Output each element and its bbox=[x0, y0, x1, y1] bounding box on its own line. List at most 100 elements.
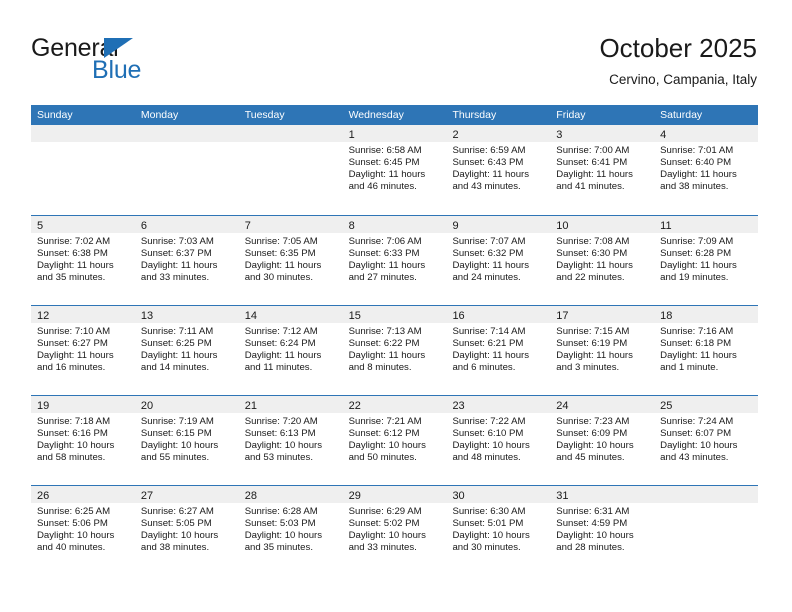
day-number-band bbox=[31, 125, 135, 142]
logo-text-blue: Blue bbox=[92, 56, 142, 84]
day-info-line: and 28 minutes. bbox=[556, 542, 625, 554]
page-header: General Blue October 2025 Cervino, Campa… bbox=[0, 0, 792, 103]
day-info: Sunrise: 6:28 AM Sunset: 5:03 PM Daylight:… bbox=[239, 503, 343, 554]
calendar-day-cell[interactable]: 5 Sunrise: 7:02 AM Sunset: 6:38 PM Daylight… bbox=[31, 216, 135, 305]
calendar-day-cell[interactable]: 26 Sunrise: 6:25 AM Sunset: 5:06 PM Dayligh… bbox=[31, 486, 135, 575]
day-info-line: Sunrise: 7:24 AM bbox=[660, 416, 734, 427]
calendar-day-cell[interactable]: 22 Sunrise: 7:21 AM Sunset: 6:12 PM Dayligh… bbox=[342, 396, 447, 485]
calendar-day-cell[interactable]: 6 Sunrise: 7:03 AM Sunset: 6:37 PM Daylight… bbox=[134, 216, 239, 305]
day-number-band bbox=[654, 486, 759, 503]
calendar-day-cell[interactable]: 19 Sunrise: 7:18 AM Sunset: 6:16 PM Dayligh… bbox=[31, 396, 135, 485]
day-info-line: Sunset: 5:02 PM bbox=[348, 518, 420, 530]
calendar-day-cell[interactable]: 15 Sunrise: 7:13 AM Sunset: 6:22 PM Dayligh… bbox=[342, 306, 447, 395]
day-info-line: Daylight: 10 hours bbox=[556, 440, 634, 452]
day-info-line: Sunset: 6:18 PM bbox=[660, 338, 732, 350]
day-info-line: Daylight: 10 hours bbox=[556, 530, 634, 542]
day-info-line: Daylight: 11 hours bbox=[244, 350, 322, 362]
calendar-day-cell[interactable]: 23 Sunrise: 7:22 AM Sunset: 6:10 PM Dayligh… bbox=[446, 396, 551, 485]
calendar-day-cell[interactable]: 3 Sunrise: 7:00 AM Sunset: 6:41 PM Daylight… bbox=[550, 125, 655, 215]
calendar-day-cell[interactable]: 21 Sunrise: 7:20 AM Sunset: 6:13 PM Dayligh… bbox=[238, 396, 343, 485]
day-info-line: Sunset: 6:12 PM bbox=[348, 428, 420, 440]
day-number-band: 24 bbox=[550, 396, 655, 413]
calendar-day-cell[interactable]: 16 Sunrise: 7:14 AM Sunset: 6:21 PM Dayligh… bbox=[446, 306, 551, 395]
day-info-line: Daylight: 10 hours bbox=[348, 440, 426, 452]
day-info bbox=[654, 503, 758, 506]
calendar-day-cell[interactable]: 29 Sunrise: 6:29 AM Sunset: 5:02 PM Dayligh… bbox=[342, 486, 447, 575]
calendar-day-cell[interactable]: 7 Sunrise: 7:05 AM Sunset: 6:35 PM Daylight… bbox=[238, 216, 343, 305]
calendar-day-cell[interactable]: 18 Sunrise: 7:16 AM Sunset: 6:18 PM Dayligh… bbox=[654, 306, 759, 395]
calendar-day-cell-empty bbox=[654, 486, 759, 575]
day-info: Sunrise: 7:12 AM Sunset: 6:24 PM Daylight:… bbox=[239, 323, 343, 374]
calendar-day-cell[interactable]: 12 Sunrise: 7:10 AM Sunset: 6:27 PM Dayligh… bbox=[31, 306, 135, 395]
day-info-line: Sunset: 6:21 PM bbox=[452, 338, 524, 350]
day-number-band: 21 bbox=[238, 396, 343, 413]
calendar-day-cell[interactable]: 9 Sunrise: 7:07 AM Sunset: 6:32 PM Daylight… bbox=[446, 216, 551, 305]
calendar-day-cell[interactable]: 30 Sunrise: 6:30 AM Sunset: 5:01 PM Dayligh… bbox=[446, 486, 551, 575]
calendar-day-cell[interactable]: 25 Sunrise: 7:24 AM Sunset: 6:07 PM Dayligh… bbox=[654, 396, 759, 485]
day-number-band: 22 bbox=[342, 396, 447, 413]
day-number-band: 1 bbox=[342, 125, 447, 142]
day-info-line: Daylight: 11 hours bbox=[660, 350, 737, 362]
logo-triangle-icon bbox=[104, 38, 133, 58]
calendar-day-cell[interactable]: 1 Sunrise: 6:58 AM Sunset: 6:45 PM Daylight… bbox=[342, 125, 447, 215]
day-info: Sunrise: 7:07 AM Sunset: 6:32 PM Daylight:… bbox=[446, 233, 550, 284]
day-info-line: and 16 minutes. bbox=[37, 362, 106, 374]
day-number: 31 bbox=[556, 490, 569, 502]
day-info-line: Sunrise: 7:18 AM bbox=[37, 416, 111, 427]
day-info-line: and 48 minutes. bbox=[452, 452, 521, 464]
day-number-band: 7 bbox=[238, 216, 343, 233]
weekday-header-monday: Monday bbox=[140, 109, 179, 121]
day-number-band: 31 bbox=[550, 486, 655, 503]
day-info-line: Sunset: 6:25 PM bbox=[140, 338, 212, 350]
calendar-day-cell[interactable]: 31 Sunrise: 6:31 AM Sunset: 4:59 PM Dayligh… bbox=[550, 486, 655, 575]
day-info-line: and 58 minutes. bbox=[37, 452, 106, 464]
day-info-line: and 14 minutes. bbox=[140, 362, 210, 374]
day-number-band: 5 bbox=[31, 216, 135, 233]
day-number: 23 bbox=[452, 400, 465, 412]
calendar-day-cell[interactable]: 4 Sunrise: 7:01 AM Sunset: 6:40 PM Daylight… bbox=[654, 125, 759, 215]
day-info-line: Sunrise: 6:25 AM bbox=[37, 506, 111, 517]
page-title: October 2025 bbox=[599, 33, 757, 63]
calendar-day-cell[interactable]: 14 Sunrise: 7:12 AM Sunset: 6:24 PM Dayligh… bbox=[238, 306, 343, 395]
day-number-band: 25 bbox=[654, 396, 759, 413]
day-info-line: Sunrise: 7:07 AM bbox=[452, 236, 526, 247]
calendar-day-cell[interactable]: 11 Sunrise: 7:09 AM Sunset: 6:28 PM Dayligh… bbox=[654, 216, 759, 305]
day-info-line: and 35 minutes. bbox=[37, 272, 106, 284]
day-info-line: Sunrise: 7:10 AM bbox=[37, 326, 111, 337]
day-info-line: Sunset: 5:01 PM bbox=[452, 518, 524, 530]
day-info-line: and 43 minutes. bbox=[660, 452, 729, 464]
day-info-line: and 27 minutes. bbox=[348, 272, 417, 284]
day-number: 28 bbox=[244, 490, 257, 502]
day-info-line: Sunrise: 7:02 AM bbox=[37, 236, 111, 247]
calendar-day-cell[interactable]: 10 Sunrise: 7:08 AM Sunset: 6:30 PM Dayligh… bbox=[550, 216, 655, 305]
day-info: Sunrise: 7:14 AM Sunset: 6:21 PM Daylight:… bbox=[446, 323, 550, 374]
calendar-grid: Sunday Monday Tuesday Wednesday Thursday Frid… bbox=[31, 105, 759, 575]
day-info-line: Sunrise: 7:19 AM bbox=[140, 416, 214, 427]
day-info-line: Sunset: 5:05 PM bbox=[140, 518, 212, 530]
day-info: Sunrise: 7:06 AM Sunset: 6:33 PM Daylight:… bbox=[343, 233, 447, 284]
calendar-day-cell[interactable]: 24 Sunrise: 7:23 AM Sunset: 6:09 PM Dayligh… bbox=[550, 396, 655, 485]
day-info-line: Sunset: 6:19 PM bbox=[556, 338, 628, 350]
day-number-band: 29 bbox=[342, 486, 447, 503]
calendar-day-cell[interactable]: 2 Sunrise: 6:59 AM Sunset: 6:43 PM Daylight… bbox=[446, 125, 551, 215]
calendar-day-cell[interactable]: 28 Sunrise: 6:28 AM Sunset: 5:03 PM Dayligh… bbox=[238, 486, 343, 575]
calendar-day-cell[interactable]: 13 Sunrise: 7:11 AM Sunset: 6:25 PM Dayligh… bbox=[134, 306, 239, 395]
day-info-line: Daylight: 11 hours bbox=[348, 169, 426, 181]
day-info-line: Daylight: 10 hours bbox=[37, 530, 115, 542]
day-info-line: Daylight: 11 hours bbox=[140, 350, 218, 362]
day-number: 26 bbox=[37, 490, 50, 502]
day-info-line: and 30 minutes. bbox=[452, 542, 521, 554]
day-number: 11 bbox=[660, 220, 672, 232]
calendar-day-cell[interactable]: 8 Sunrise: 7:06 AM Sunset: 6:33 PM Daylight… bbox=[342, 216, 447, 305]
day-info-line: Sunset: 6:33 PM bbox=[348, 248, 420, 260]
calendar-day-cell[interactable]: 20 Sunrise: 7:19 AM Sunset: 6:15 PM Dayligh… bbox=[134, 396, 239, 485]
calendar-day-cell[interactable]: 27 Sunrise: 6:27 AM Sunset: 5:05 PM Dayligh… bbox=[134, 486, 239, 575]
calendar-week-row: 1 Sunrise: 6:58 AM Sunset: 6:45 PM Daylight… bbox=[31, 125, 759, 215]
weekday-header-friday: Friday bbox=[556, 109, 586, 121]
day-number: 21 bbox=[244, 400, 257, 412]
day-number: 2 bbox=[452, 129, 459, 141]
day-info-line: and 46 minutes. bbox=[348, 181, 417, 193]
day-info-line: and 33 minutes. bbox=[140, 272, 210, 284]
calendar-day-cell[interactable]: 17 Sunrise: 7:15 AM Sunset: 6:19 PM Dayligh… bbox=[550, 306, 655, 395]
calendar-day-cell-empty bbox=[134, 125, 239, 215]
